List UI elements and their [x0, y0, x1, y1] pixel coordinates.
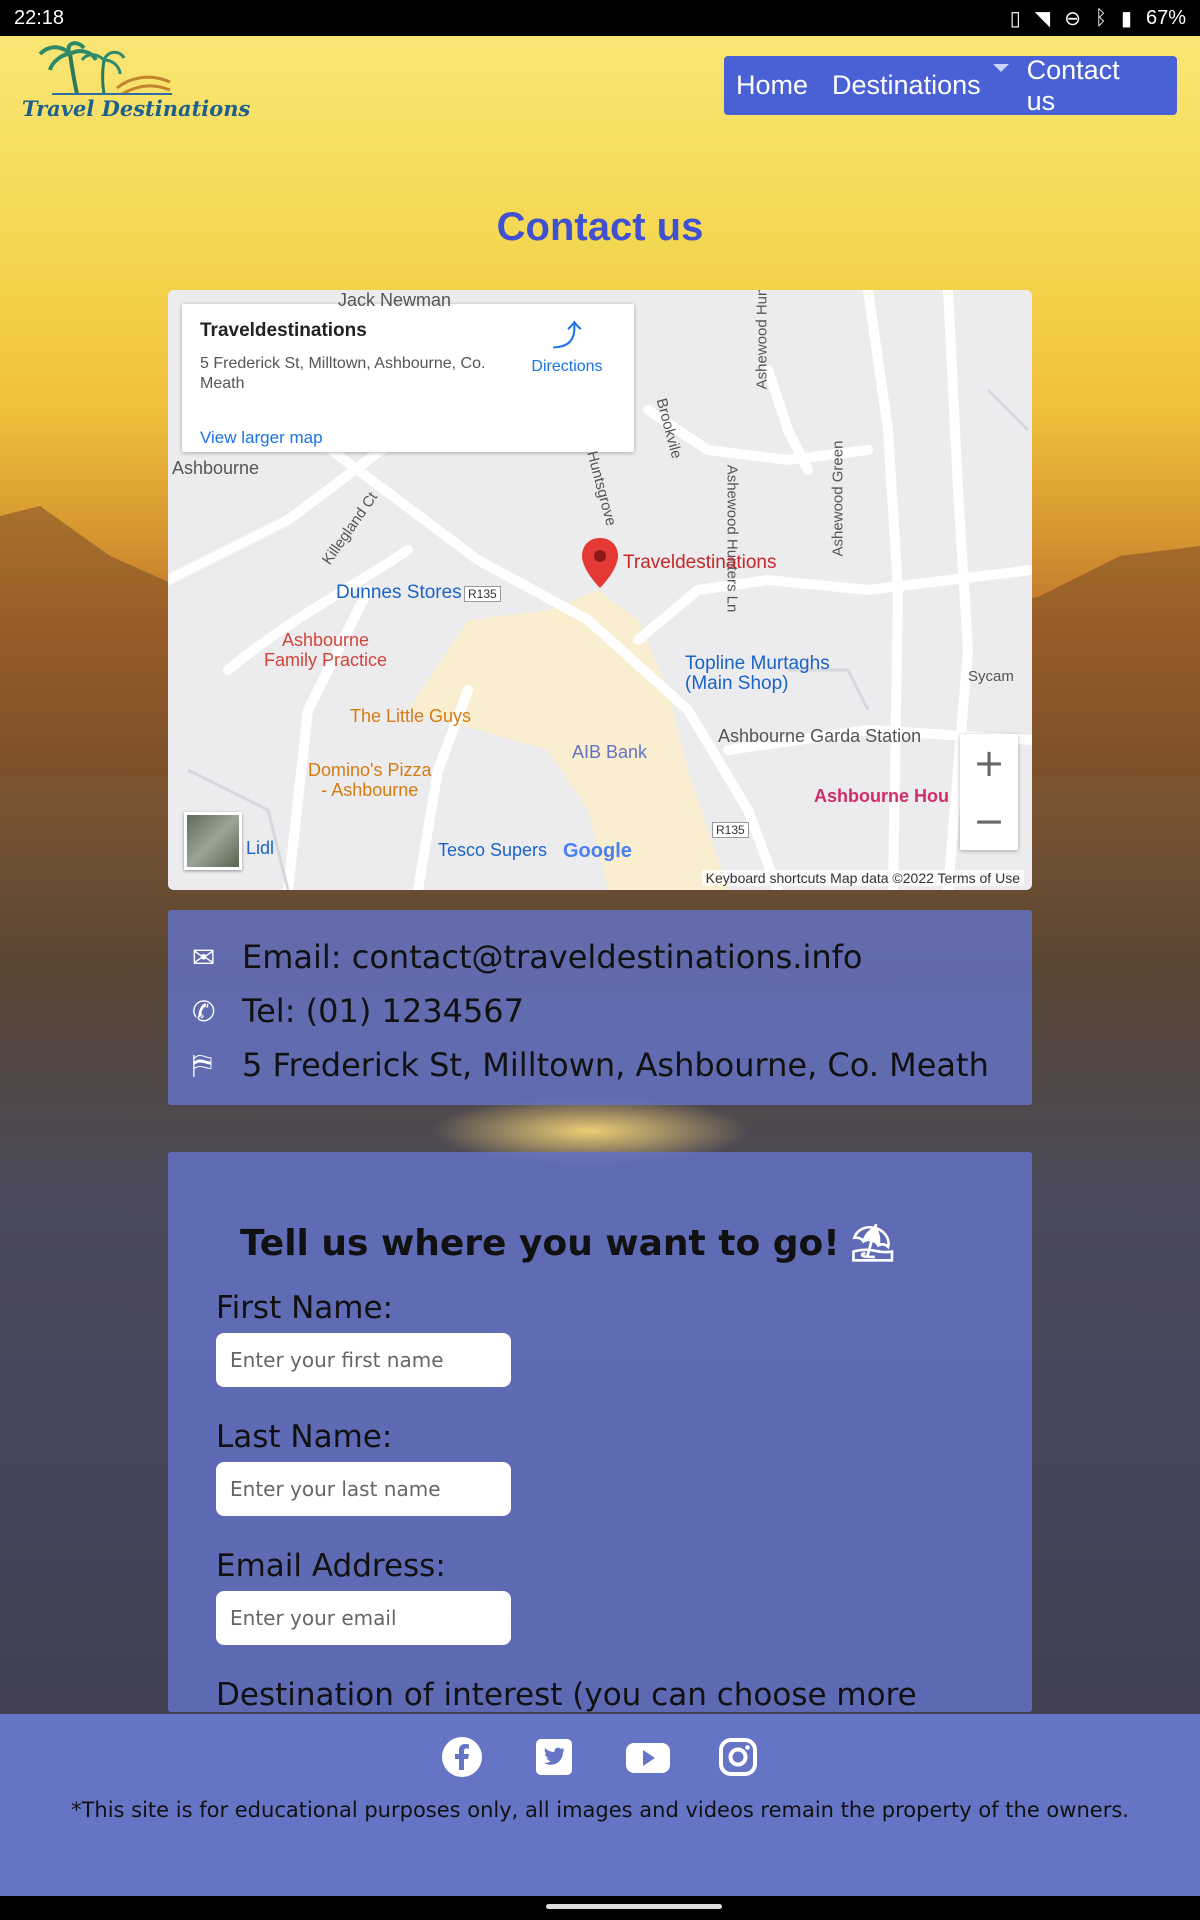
map-label-ashbourne: Ashbourne — [172, 458, 260, 478]
footer-disclaimer: *This site is for educational purposes o… — [71, 1798, 1129, 1822]
directions-button[interactable]: ⤴ Directions — [527, 322, 607, 376]
contact-email-row: ✉ Email: contact@traveldestinations.info — [192, 930, 1032, 984]
vibrate-icon: ▯ — [1009, 7, 1021, 30]
map-road-r135-b: R135 — [712, 822, 749, 838]
wifi-icon: ◥ — [1034, 7, 1051, 30]
contact-address: 5 Frederick St, Milltown, Ashbourne, Co.… — [242, 1046, 989, 1084]
status-icons: ▯ ◥ ⊖ ᛒ ▮ 67% — [1010, 6, 1186, 31]
email-label: Email Address: — [216, 1548, 446, 1584]
google-logo: Google — [563, 840, 632, 862]
chevron-down-icon — [992, 64, 1009, 72]
home-gesture-handle[interactable] — [546, 1904, 722, 1909]
nav-contact-us[interactable]: Contact us — [1027, 55, 1153, 117]
logo-text: Travel Destinations — [22, 96, 251, 121]
destination-label: Destination of interest (you can choose … — [216, 1677, 917, 1712]
nav-home[interactable]: Home — [736, 70, 808, 101]
map-label-jack-newman: Jack Newman — [338, 290, 452, 310]
form-title: Tell us where you want to go! ⛱ — [240, 1222, 895, 1264]
bluetooth-icon: ᛒ — [1094, 6, 1107, 29]
main-nav: Home Destinations Contact us — [724, 55, 1177, 117]
status-bar: 22:18 ▯ ◥ ⊖ ᛒ ▮ 67% — [0, 0, 1200, 36]
map-info-card: Traveldestinations 5 Frederick St, Millt… — [182, 304, 634, 452]
view-larger-map-link[interactable]: View larger map — [200, 428, 323, 448]
map-label-ashewood-green: Ashewood Green — [829, 440, 847, 557]
umbrella-icon: ⛱ — [849, 1223, 896, 1264]
map-poi-dominos[interactable]: Domino's Pizza - Ashbourne — [308, 760, 431, 800]
map-label-sycamore: Sycam — [968, 668, 1014, 685]
first-name-input[interactable] — [216, 1333, 511, 1387]
map-label-ashewood-hunters: Ashewood Hunters Ln — [723, 464, 741, 613]
contact-address-row: ⛿ 5 Frederick St, Milltown, Ashbourne, C… — [192, 1038, 1032, 1092]
map-poi-lidl[interactable]: Lidl — [246, 838, 274, 859]
map-poi-ashbourne-family[interactable]: Ashbourne Family Practice — [264, 630, 387, 670]
map-poi-garda[interactable]: Ashbourne Garda Station — [718, 726, 921, 747]
map-poi-ashbourne-hou[interactable]: Ashbourne Hou — [814, 786, 949, 807]
contact-tel-row: ✆ Tel: (01) 1234567 — [192, 984, 1032, 1038]
email-input[interactable] — [216, 1591, 511, 1645]
satellite-toggle[interactable] — [184, 812, 242, 870]
phone-icon: ✆ — [192, 994, 216, 1028]
last-name-label: Last Name: — [216, 1419, 393, 1455]
directions-label: Directions — [531, 358, 603, 375]
map-label-ashewood-hun: Ashewood Hun — [753, 290, 771, 390]
form-title-text: Tell us where you want to go! — [240, 1223, 840, 1264]
status-time: 22:18 — [14, 6, 65, 29]
map-road-r135-a: R135 — [464, 586, 501, 602]
page-title: Contact us — [496, 205, 704, 249]
zoom-out-button[interactable]: − — [960, 792, 1018, 850]
nav-destinations[interactable]: Destinations — [832, 64, 1009, 101]
android-nav-bar — [0, 1896, 1200, 1920]
map-marker-icon[interactable] — [580, 536, 620, 590]
site-footer: *This site is for educational purposes o… — [0, 1714, 1200, 1896]
battery-icon: ▮ — [1120, 7, 1132, 30]
dnd-icon: ⊖ — [1064, 7, 1081, 30]
google-map[interactable]: Traveldestinations 5 Frederick St, Millt… — [168, 290, 1032, 890]
battery-level: 67% — [1145, 6, 1186, 29]
map-poi-aib[interactable]: AIB Bank — [572, 742, 647, 763]
map-poi-topline[interactable]: Topline Murtaghs (Main Shop) — [685, 654, 830, 694]
map-icon: ⛿ — [192, 1048, 213, 1081]
zoom-in-button[interactable]: + — [960, 734, 1018, 792]
map-marker-label: Traveldestinations — [623, 552, 777, 573]
site-logo[interactable]: Travel Destinations — [22, 40, 252, 130]
directions-icon: ⤴ — [552, 320, 582, 353]
map-footer[interactable]: Keyboard shortcuts Map data ©2022 Terms … — [701, 870, 1024, 886]
instagram-icon[interactable] — [717, 1736, 759, 1778]
social-links — [0, 1736, 1200, 1778]
map-poi-dunnes[interactable]: Dunnes Stores — [336, 582, 462, 604]
map-place-name: Traveldestinations — [200, 320, 367, 341]
map-poi-little-guys[interactable]: The Little Guys — [350, 706, 471, 727]
youtube-icon[interactable] — [625, 1736, 670, 1778]
contact-tel[interactable]: Tel: (01) 1234567 — [242, 992, 524, 1030]
palm-tree-icon — [38, 41, 172, 96]
map-poi-tesco[interactable]: Tesco Supers — [438, 840, 547, 861]
contact-info-box: ✉ Email: contact@traveldestinations.info… — [168, 910, 1032, 1105]
envelope-icon: ✉ — [192, 940, 216, 974]
map-zoom-controls: + − — [960, 734, 1018, 850]
first-name-label: First Name: — [216, 1290, 393, 1326]
last-name-input[interactable] — [216, 1462, 511, 1516]
contact-email[interactable]: Email: contact@traveldestinations.info — [242, 938, 862, 976]
contact-form: Tell us where you want to go! ⛱ First Nam… — [168, 1152, 1032, 1712]
facebook-icon[interactable] — [441, 1736, 483, 1778]
map-place-address: 5 Frederick St, Milltown, Ashbourne, Co.… — [200, 355, 486, 392]
nav-destinations-label: Destinations — [832, 70, 981, 100]
twitter-icon[interactable] — [533, 1736, 575, 1778]
